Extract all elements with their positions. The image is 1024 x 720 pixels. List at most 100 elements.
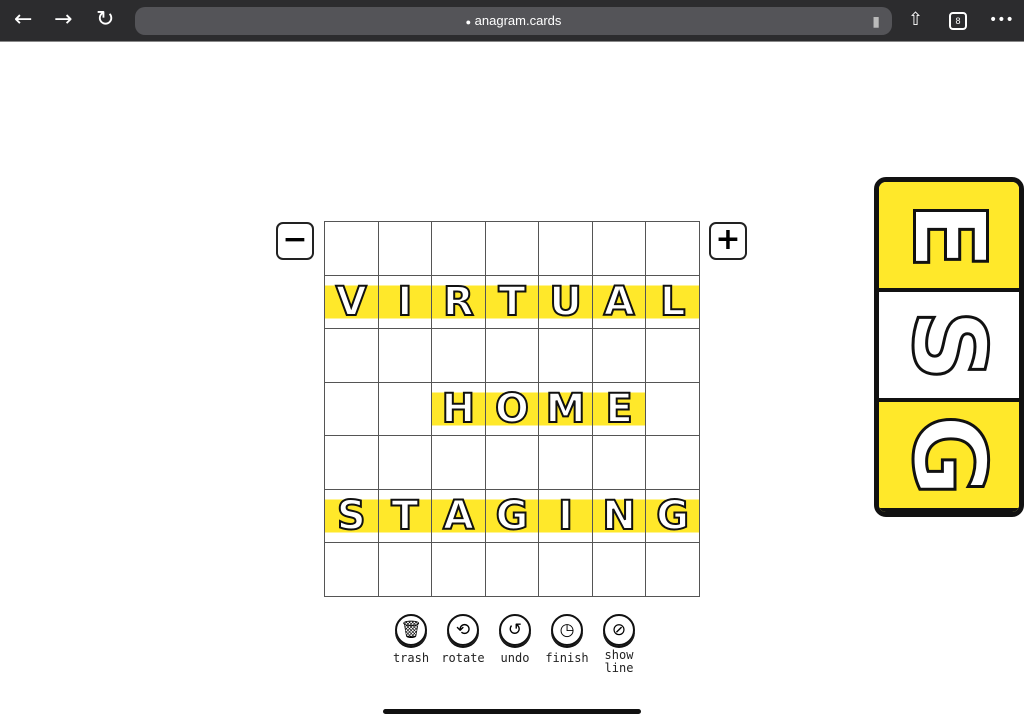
zoom-in-button[interactable]: + (709, 222, 747, 260)
grid-cell[interactable] (325, 329, 379, 383)
grid-cell[interactable]: M (539, 382, 593, 437)
grid-cell[interactable] (592, 436, 647, 490)
grid-cell[interactable] (325, 436, 379, 490)
grid-cell[interactable] (646, 382, 700, 437)
grid-cell[interactable] (378, 436, 433, 490)
letter-tile[interactable]: G (485, 489, 539, 543)
finish-icon[interactable]: ◷ (551, 614, 583, 646)
letter-tile[interactable]: T (378, 489, 432, 543)
lock-icon: ● (465, 17, 472, 27)
grid-cell[interactable]: I (378, 275, 433, 330)
letter-tile[interactable]: V (325, 275, 378, 329)
letter-tile[interactable]: A (592, 275, 646, 329)
grid-cell[interactable] (485, 329, 540, 383)
show-line-button[interactable]: ⊘ show line (596, 614, 642, 675)
grid-cell[interactable] (646, 436, 700, 490)
grid-cell[interactable]: I (539, 489, 593, 544)
tile-letter: G (495, 492, 530, 540)
grid-cell[interactable]: R (432, 275, 486, 330)
mic-icon[interactable]: ▮ (872, 7, 880, 35)
show-line-icon[interactable]: ⊘ (603, 614, 635, 646)
grid-cell[interactable] (646, 329, 700, 383)
tile-letter: N (601, 492, 637, 540)
grid-cell[interactable] (432, 222, 486, 276)
grid-cell[interactable]: L (646, 275, 700, 330)
reload-button[interactable]: ↻ (96, 8, 114, 32)
grid-cell[interactable] (485, 222, 540, 276)
grid-cell[interactable]: A (592, 275, 647, 330)
grid-cell[interactable] (592, 543, 647, 597)
letter-tile[interactable]: U (539, 275, 592, 329)
grid-cell[interactable] (432, 543, 486, 597)
grid-cell[interactable]: T (378, 489, 433, 544)
card-segment: G (879, 402, 1019, 512)
grid-cell[interactable] (378, 222, 433, 276)
grid-cell[interactable] (325, 382, 379, 437)
tile-letter: O (494, 385, 530, 433)
letter-tile[interactable]: R (432, 275, 485, 329)
grid-cell[interactable] (539, 543, 593, 597)
grid-cell[interactable]: U (539, 275, 593, 330)
grid-cell[interactable] (378, 543, 433, 597)
letter-tile[interactable]: G (646, 489, 699, 543)
zoom-out-button[interactable]: − (276, 222, 314, 260)
letter-tile[interactable]: L (646, 275, 699, 329)
grid-cell[interactable]: N (592, 489, 647, 544)
card-letter: E (889, 199, 1009, 270)
grid-cell[interactable] (378, 329, 433, 383)
grid-cell[interactable] (432, 329, 486, 383)
letter-tile[interactable]: S (325, 489, 378, 543)
letter-tile[interactable]: N (592, 489, 646, 543)
tile-letter: A (603, 278, 636, 326)
letter-tile[interactable]: H (432, 382, 485, 436)
grid-cell[interactable] (539, 436, 593, 490)
letter-tile[interactable]: E (592, 382, 646, 436)
tabs-button[interactable]: 8 (949, 12, 967, 30)
grid-cell[interactable]: T (485, 275, 540, 330)
address-bar[interactable]: ● anagram.cards ▮ (135, 7, 892, 35)
grid-cell[interactable] (539, 222, 593, 276)
rotate-icon[interactable]: ⟲ (447, 614, 479, 646)
card-letter: G (889, 412, 1009, 497)
grid-cell[interactable] (592, 329, 647, 383)
back-button[interactable]: ← (14, 8, 32, 32)
grid-cell[interactable] (432, 436, 486, 490)
trash-button[interactable]: 🗑 trash (388, 614, 434, 675)
grid-cell[interactable] (325, 543, 379, 597)
letter-tile[interactable]: O (485, 382, 539, 436)
grid-cell[interactable] (325, 222, 379, 276)
grid-cell[interactable]: G (646, 489, 700, 544)
tile-letter: U (548, 278, 583, 326)
grid-cell[interactable] (646, 543, 700, 597)
more-button[interactable]: ••• (989, 8, 1014, 32)
finish-button[interactable]: ◷ finish (544, 614, 590, 675)
undo-icon[interactable]: ↺ (499, 614, 531, 646)
browser-toolbar: ← → ↻ ● anagram.cards ▮ ⇧ 8 ••• (0, 0, 1024, 42)
grid-cell[interactable]: O (485, 382, 540, 437)
letter-tile[interactable]: I (378, 275, 432, 329)
grid-cell[interactable] (646, 222, 700, 276)
trash-icon[interactable]: 🗑 (395, 614, 427, 646)
side-letter-card[interactable]: ESG (874, 177, 1024, 517)
rotate-button[interactable]: ⟲ rotate (440, 614, 486, 675)
grid-cell[interactable] (485, 436, 540, 490)
grid-cell[interactable]: G (485, 489, 540, 544)
grid-cell[interactable] (592, 222, 647, 276)
tile-letter: T (497, 278, 526, 326)
forward-button[interactable]: → (54, 8, 72, 32)
grid-cell[interactable] (378, 382, 433, 437)
letter-tile[interactable]: I (539, 489, 592, 543)
grid-cell[interactable] (539, 329, 593, 383)
letter-tile[interactable]: A (432, 489, 485, 543)
grid-cell[interactable] (485, 543, 540, 597)
grid-cell[interactable]: A (432, 489, 486, 544)
undo-button[interactable]: ↺ undo (492, 614, 538, 675)
grid-cell[interactable]: S (325, 489, 379, 544)
grid-cell[interactable]: E (592, 382, 647, 437)
grid-cell[interactable]: H (432, 382, 486, 437)
letter-tile[interactable]: M (539, 382, 592, 436)
share-button[interactable]: ⇧ (908, 8, 923, 32)
letter-tile[interactable]: T (485, 275, 539, 329)
tile-letter: H (441, 385, 477, 433)
grid-cell[interactable]: V (325, 275, 379, 330)
